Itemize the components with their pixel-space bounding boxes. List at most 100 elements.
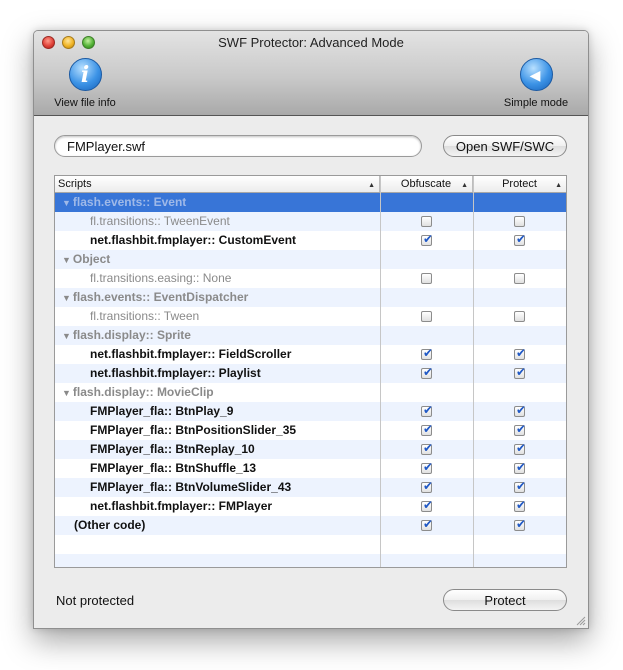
- obfuscate-checkbox[interactable]: [421, 498, 433, 512]
- table-row[interactable]: ▼ flash.display:: Sprite: [55, 326, 566, 345]
- protect-checkbox[interactable]: [514, 365, 526, 379]
- resize-grip-icon[interactable]: [576, 616, 586, 626]
- protect-checkbox[interactable]: [514, 517, 526, 531]
- disclosure-triangle-icon[interactable]: ▼: [62, 331, 71, 341]
- table-row[interactable]: FMPlayer_fla:: BtnShuffle_13: [55, 459, 566, 478]
- table-row[interactable]: net.flashbit.fmplayer:: CustomEvent: [55, 231, 566, 250]
- table-row[interactable]: ▼ Object: [55, 250, 566, 269]
- title-bar: SWF Protector: Advanced Mode i View file…: [34, 31, 588, 116]
- protect-cell: [473, 440, 566, 459]
- table-row[interactable]: FMPlayer_fla:: BtnPlay_9: [55, 402, 566, 421]
- obfuscate-cell: [380, 478, 473, 497]
- open-swf-button[interactable]: Open SWF/SWC: [443, 135, 567, 157]
- column-header-protect[interactable]: Protect ▲: [473, 176, 566, 192]
- script-name: net.flashbit.fmplayer:: CustomEvent: [90, 233, 297, 247]
- protect-cell: [473, 307, 566, 326]
- protect-checkbox[interactable]: [514, 403, 526, 417]
- obfuscate-checkbox[interactable]: [421, 346, 433, 360]
- script-name: net.flashbit.fmplayer:: Playlist: [90, 366, 261, 380]
- protect-checkbox[interactable]: [514, 346, 526, 360]
- protect-cell: [473, 516, 566, 535]
- protect-cell: [473, 231, 566, 250]
- empty-row: [55, 535, 566, 554]
- group-cell: ▼ Object: [55, 250, 380, 269]
- protect-checkbox[interactable]: [514, 460, 526, 474]
- protect-button[interactable]: Protect: [443, 589, 567, 611]
- protect-cell: [473, 364, 566, 383]
- table-header: Scripts ▲ Obfuscate ▲ Protect ▲: [55, 176, 566, 193]
- obfuscate-cell: [380, 497, 473, 516]
- obfuscate-cell: [380, 193, 473, 212]
- sort-indicator-icon: ▲: [461, 182, 468, 189]
- table-row[interactable]: ▼ flash.events:: EventDispatcher: [55, 288, 566, 307]
- protect-checkbox[interactable]: [514, 216, 525, 227]
- table-row[interactable]: ▼ flash.events:: Event: [55, 193, 566, 212]
- table-row[interactable]: (Other code): [55, 516, 566, 535]
- table-row[interactable]: fl.transitions:: TweenEvent: [55, 212, 566, 231]
- obfuscate-cell: [380, 516, 473, 535]
- group-label: flash.events:: EventDispatcher: [72, 290, 249, 304]
- disclosure-triangle-icon[interactable]: ▼: [62, 198, 71, 208]
- info-icon: i: [68, 58, 102, 91]
- file-path-field[interactable]: [54, 135, 422, 157]
- protect-checkbox[interactable]: [514, 479, 526, 493]
- empty-row: [55, 554, 566, 567]
- obfuscate-cell: [380, 250, 473, 269]
- table-row[interactable]: fl.transitions.easing:: None: [55, 269, 566, 288]
- disclosure-triangle-icon[interactable]: ▼: [62, 255, 71, 265]
- view-file-info-label: View file info: [54, 97, 116, 109]
- table-row[interactable]: FMPlayer_fla:: BtnPositionSlider_35: [55, 421, 566, 440]
- disclosure-triangle-icon[interactable]: ▼: [62, 388, 71, 398]
- protect-checkbox[interactable]: [514, 422, 526, 436]
- protect-checkbox[interactable]: [514, 311, 525, 322]
- script-name: fl.transitions.easing:: None: [90, 271, 232, 285]
- script-name: net.flashbit.fmplayer:: FMPlayer: [90, 499, 273, 513]
- back-arrow-icon: ◀: [519, 58, 553, 91]
- table-row[interactable]: FMPlayer_fla:: BtnReplay_10: [55, 440, 566, 459]
- table-row[interactable]: net.flashbit.fmplayer:: Playlist: [55, 364, 566, 383]
- group-label: flash.events:: Event: [72, 195, 187, 209]
- group-label: flash.display:: MovieClip: [72, 385, 214, 399]
- disclosure-triangle-icon[interactable]: ▼: [62, 293, 71, 303]
- sort-indicator-icon: ▲: [555, 182, 562, 189]
- protect-cell: [473, 383, 566, 402]
- obfuscate-checkbox[interactable]: [421, 460, 433, 474]
- table-body: ▼ flash.events:: Event fl.transitions:: Tw…: [55, 193, 566, 567]
- obfuscate-cell: [380, 421, 473, 440]
- protect-cell: [473, 269, 566, 288]
- protect-cell: [473, 288, 566, 307]
- obfuscate-checkbox[interactable]: [421, 273, 432, 284]
- table-row[interactable]: net.flashbit.fmplayer:: FMPlayer: [55, 497, 566, 516]
- obfuscate-cell: [380, 345, 473, 364]
- obfuscate-checkbox[interactable]: [421, 232, 433, 246]
- view-file-info-button[interactable]: i View file info: [53, 58, 117, 109]
- obfuscate-checkbox[interactable]: [421, 517, 433, 531]
- obfuscate-cell: [380, 402, 473, 421]
- window-title: SWF Protector: Advanced Mode: [218, 35, 404, 50]
- table-row[interactable]: FMPlayer_fla:: BtnVolumeSlider_43: [55, 478, 566, 497]
- simple-mode-label: Simple mode: [503, 97, 569, 109]
- table-row[interactable]: net.flashbit.fmplayer:: FieldScroller: [55, 345, 566, 364]
- table-row[interactable]: ▼ flash.display:: MovieClip: [55, 383, 566, 402]
- obfuscate-cell: [380, 459, 473, 478]
- simple-mode-button[interactable]: ◀ Simple mode: [502, 58, 570, 109]
- table-row[interactable]: fl.transitions:: Tween: [55, 307, 566, 326]
- protect-cell: [473, 497, 566, 516]
- obfuscate-checkbox[interactable]: [421, 311, 432, 322]
- obfuscate-checkbox[interactable]: [421, 365, 433, 379]
- script-name: FMPlayer_fla:: BtnVolumeSlider_43: [90, 480, 292, 494]
- protect-cell: [473, 212, 566, 231]
- obfuscate-checkbox[interactable]: [421, 479, 433, 493]
- script-name: FMPlayer_fla:: BtnReplay_10: [90, 442, 255, 456]
- column-header-scripts[interactable]: Scripts ▲: [55, 176, 380, 192]
- protect-checkbox[interactable]: [514, 441, 526, 455]
- obfuscate-checkbox[interactable]: [421, 403, 433, 417]
- protect-checkbox[interactable]: [514, 232, 526, 246]
- obfuscate-checkbox[interactable]: [421, 422, 433, 436]
- protect-checkbox[interactable]: [514, 273, 525, 284]
- column-header-obfuscate[interactable]: Obfuscate ▲: [380, 176, 473, 192]
- obfuscate-checkbox[interactable]: [421, 441, 433, 455]
- protect-cell: [473, 250, 566, 269]
- protect-checkbox[interactable]: [514, 498, 526, 512]
- obfuscate-checkbox[interactable]: [421, 216, 432, 227]
